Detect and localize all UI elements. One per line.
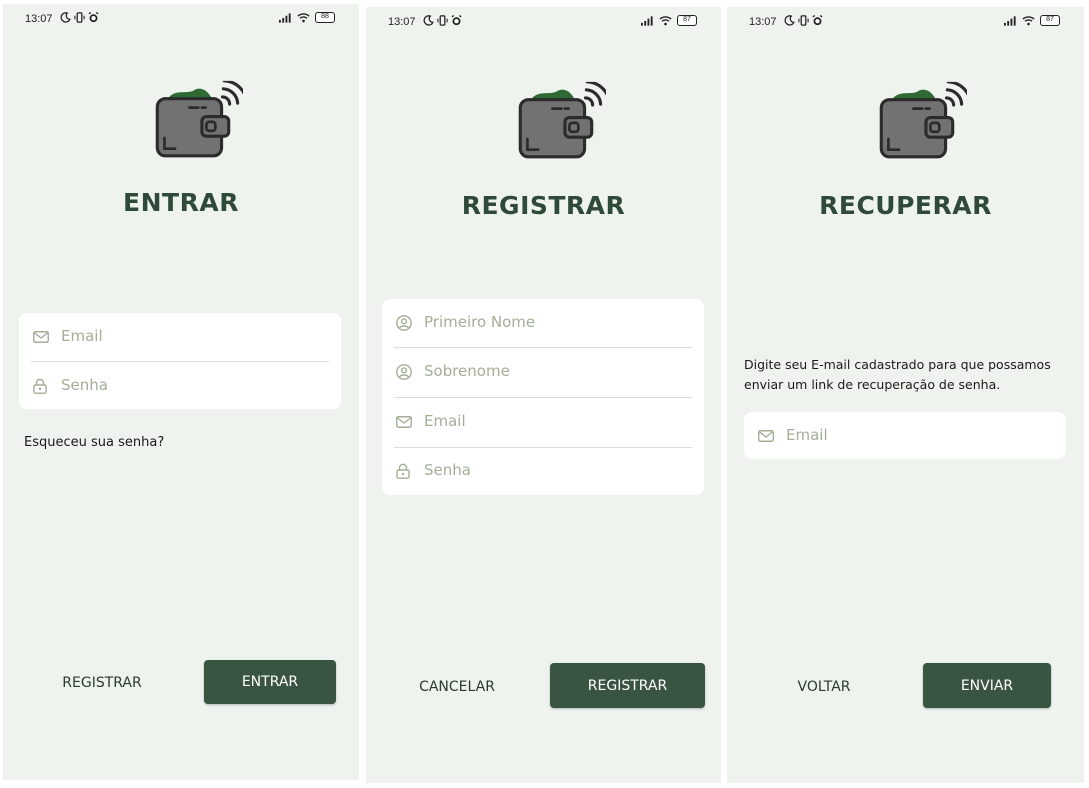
battery-icon: 87 [677, 15, 697, 26]
email-field[interactable]: Email [382, 398, 704, 447]
wifi-icon [659, 15, 672, 26]
user-icon [396, 315, 412, 331]
login-screen: 13:07 88 ENTRAR Email Senha Esqueceu sua… [3, 4, 359, 780]
mail-icon [396, 416, 412, 428]
signal-icon [1004, 16, 1017, 26]
first-name-placeholder: Primeiro Nome [424, 313, 536, 331]
battery-icon: 87 [1040, 15, 1060, 26]
status-time: 13:07 [388, 16, 416, 28]
status-bar: 13:07 87 [727, 7, 1084, 37]
lock-icon [33, 378, 47, 394]
lock-icon [396, 463, 410, 479]
password-field[interactable]: Senha [382, 447, 704, 496]
first-name-field[interactable]: Primeiro Nome [382, 299, 704, 348]
battery-level: 87 [1046, 16, 1054, 23]
vibrate-icon [798, 15, 809, 26]
email-placeholder: Email [786, 426, 828, 444]
mail-icon [33, 331, 49, 343]
page-title: REGISTRAR [461, 191, 626, 220]
moon-icon [60, 12, 71, 23]
page-title: ENTRAR [123, 188, 239, 217]
mail-icon [758, 430, 774, 442]
vibrate-icon [74, 12, 85, 23]
password-placeholder: Senha [61, 376, 108, 394]
email-placeholder: Email [424, 412, 466, 430]
login-form-card: Email Senha [19, 313, 341, 409]
register-form-card: Primeiro Nome Sobrenome Email Senha [382, 299, 704, 495]
password-placeholder: Senha [424, 461, 471, 479]
vibrate-icon [437, 15, 448, 26]
wallet-logo-icon [506, 77, 606, 167]
moon-icon [423, 15, 434, 26]
battery-level: 88 [321, 13, 329, 20]
status-time: 13:07 [749, 16, 777, 28]
recover-form-card: Email [744, 412, 1066, 459]
register-button[interactable]: REGISTRAR [47, 675, 157, 691]
login-button[interactable]: ENTRAR [204, 660, 336, 704]
signal-icon [279, 13, 292, 23]
forgot-password-link[interactable]: Esqueceu sua senha? [24, 435, 164, 450]
back-button[interactable]: VOLTAR [769, 679, 879, 695]
wallet-logo-icon [867, 77, 967, 167]
wifi-icon [297, 12, 310, 23]
recover-description: Digite seu E-mail cadastrado para que po… [744, 357, 1051, 392]
battery-level: 87 [683, 16, 691, 23]
register-screen: 13:07 87 REGISTRAR Primeiro Nome Sobreno… [366, 7, 721, 783]
last-name-field[interactable]: Sobrenome [382, 348, 704, 397]
user-icon [396, 364, 412, 380]
battery-icon: 88 [315, 12, 335, 23]
alarm-icon [88, 12, 99, 23]
wifi-icon [1022, 15, 1035, 26]
moon-icon [784, 15, 795, 26]
password-field[interactable]: Senha [19, 362, 341, 411]
register-button[interactable]: REGISTRAR [550, 663, 705, 708]
email-field[interactable]: Email [744, 412, 1066, 459]
email-field[interactable]: Email [19, 313, 341, 362]
recover-screen: 13:07 87 RECUPERAR Digite seu E-mail cad… [727, 7, 1084, 783]
page-title: RECUPERAR [819, 191, 992, 220]
status-bar: 13:07 87 [366, 7, 721, 37]
wallet-logo-icon [143, 76, 243, 166]
alarm-icon [812, 15, 823, 26]
alarm-icon [451, 15, 462, 26]
status-time: 13:07 [25, 13, 53, 25]
email-placeholder: Email [61, 327, 103, 345]
cancel-button[interactable]: CANCELAR [402, 679, 512, 695]
send-button[interactable]: ENVIAR [923, 663, 1051, 708]
signal-icon [641, 16, 654, 26]
status-bar: 13:07 88 [3, 4, 359, 34]
last-name-placeholder: Sobrenome [424, 362, 510, 380]
